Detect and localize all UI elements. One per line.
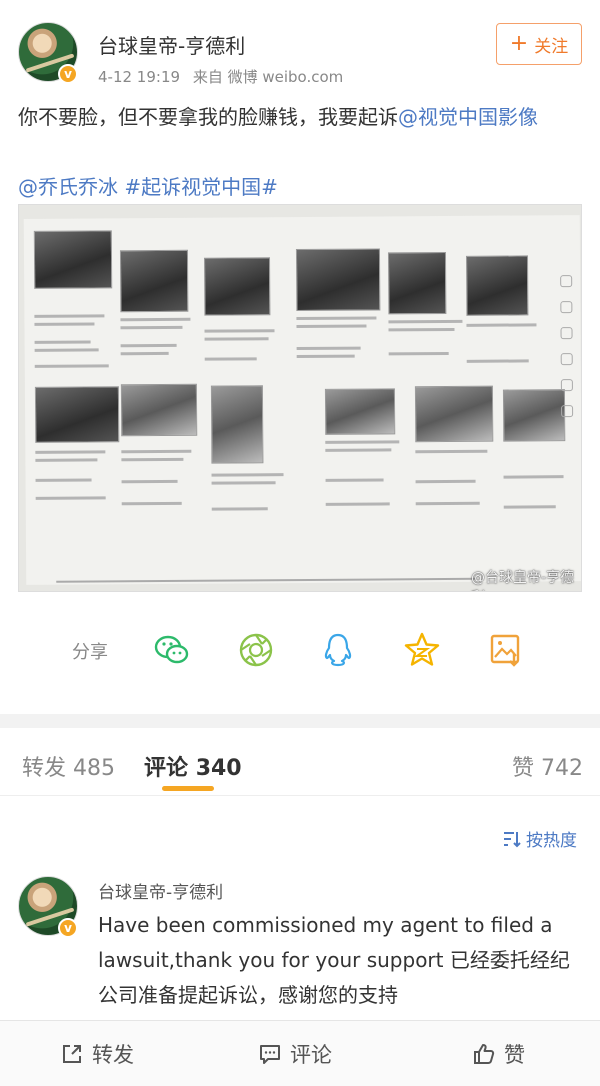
share-row: 分享 (0, 624, 600, 680)
mention-link-qiaoshi[interactable]: @乔氏乔冰 (18, 175, 118, 199)
printed-page-image (23, 215, 581, 585)
follow-button[interactable]: + 关注 (496, 23, 582, 65)
thumbnail (502, 389, 566, 442)
comment-icon (260, 1045, 280, 1064)
tab-like-label: 赞 (512, 756, 535, 781)
comment-verified-badge: v (58, 918, 78, 938)
thumbnail (120, 383, 198, 437)
thumbnail (33, 230, 113, 289)
repost-icon (63, 1045, 81, 1063)
thumbnail (387, 251, 447, 315)
thumbs-up-icon (474, 1044, 495, 1064)
image-watermark: @台球皇帝-亨德利 (471, 570, 575, 591)
section-divider (0, 714, 600, 728)
thumbnail (210, 385, 264, 464)
tab-like-count: 742 (541, 756, 584, 781)
repost-label: 转发 (92, 1043, 134, 1067)
sort-by-hot-button[interactable]: 按热度 (502, 826, 577, 851)
thumbnail (465, 255, 529, 316)
page-sidebar-icons (560, 275, 575, 431)
thumbnail (34, 386, 120, 443)
mention-link[interactable]: @视觉中国影像 (398, 105, 538, 129)
thumbnail (324, 388, 396, 435)
tab-repost-count: 485 (73, 756, 116, 781)
thumbnail (119, 249, 189, 313)
moments-icon[interactable] (236, 630, 276, 670)
post-image[interactable]: @台球皇帝-亨德利 (18, 204, 582, 592)
comment-text: Have been commissioned my agent to filed… (98, 913, 570, 1007)
post-header: v 台球皇帝-亨德利 4-12 19:19 来自 微博 weibo.com + … (0, 0, 600, 92)
comment-button[interactable]: 评论 (258, 1039, 332, 1069)
qzone-icon[interactable] (402, 630, 442, 670)
comment-author-name[interactable]: 台球皇帝-亨德利 (98, 878, 223, 903)
post-source: 来自 微博 weibo.com (192, 68, 344, 86)
post-author-name[interactable]: 台球皇帝-亨德利 (98, 30, 245, 59)
comment-label: 评论 (290, 1043, 332, 1067)
tab-comment-label: 评论 (144, 756, 189, 781)
thumbnail (414, 385, 494, 443)
active-tab-indicator (162, 786, 214, 791)
interaction-tabs: 转发 485 评论 340 赞 742 (0, 728, 600, 796)
thumbnail (204, 257, 271, 316)
post-tags: @乔氏乔冰 #起诉视觉中国# (18, 170, 278, 204)
tab-repost[interactable]: 转发 485 (22, 750, 115, 782)
tab-repost-label: 转发 (22, 756, 67, 781)
sort-icon (504, 831, 521, 847)
plus-icon: + (509, 31, 529, 56)
post-time: 4-12 19:19 (98, 68, 181, 86)
save-image-icon[interactable] (486, 630, 526, 670)
hashtag-link[interactable]: #起诉视觉中国# (124, 175, 278, 199)
verified-badge: v (58, 64, 78, 84)
tab-comment[interactable]: 评论 340 (144, 750, 242, 782)
post-text-main: 你不要脸，但不要拿我的脸赚钱，我要起诉 (18, 105, 398, 129)
post-text: 你不要脸，但不要拿我的脸赚钱，我要起诉@视觉中国影像 (18, 100, 584, 134)
url-line (56, 577, 477, 583)
like-button[interactable]: 赞 (472, 1039, 525, 1069)
tab-like[interactable]: 赞 742 (512, 750, 583, 782)
qq-icon[interactable] (318, 630, 358, 670)
like-label: 赞 (504, 1043, 525, 1067)
post-meta: 4-12 19:19 来自 微博 weibo.com (98, 66, 351, 87)
thumbnail (295, 248, 381, 312)
share-label: 分享 (72, 642, 108, 663)
sort-label: 按热度 (526, 831, 577, 851)
repost-button[interactable]: 转发 (60, 1039, 134, 1069)
wechat-icon[interactable] (152, 630, 192, 670)
follow-label: 关注 (534, 36, 569, 57)
bottom-action-bar: 转发 评论 赞 (0, 1020, 600, 1086)
tab-comment-count: 340 (195, 756, 242, 781)
